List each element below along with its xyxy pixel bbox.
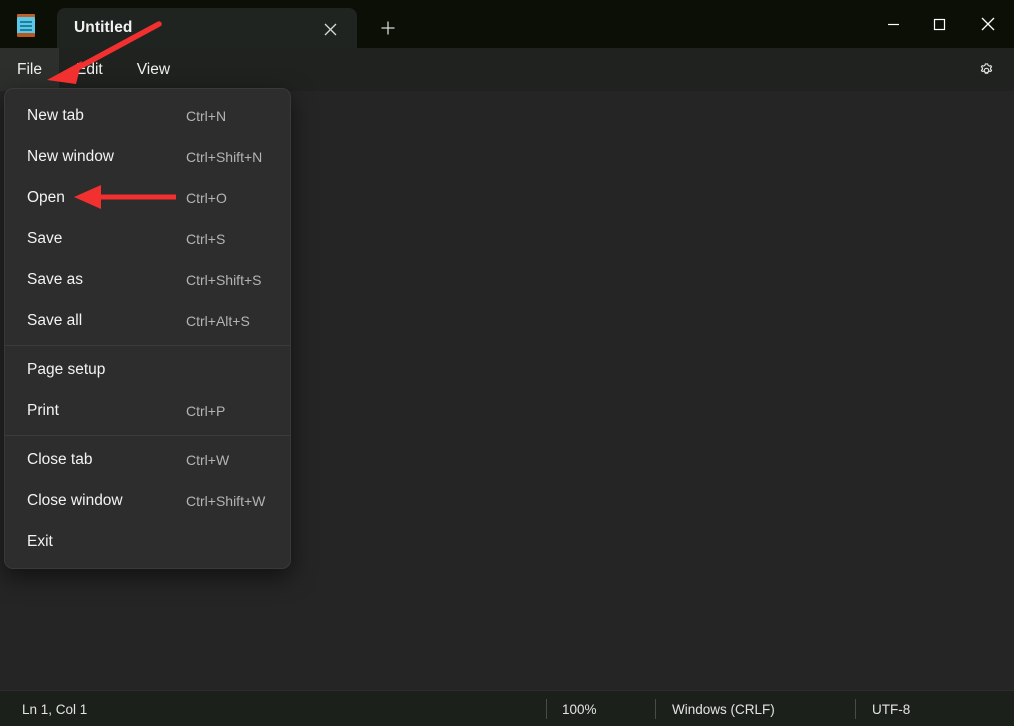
status-cursor-position: Ln 1, Col 1 [22,701,88,717]
menu-item-accelerator: Ctrl+Shift+S [186,271,262,288]
status-bar: Ln 1, Col 1 100% Windows (CRLF) UTF-8 [0,690,1014,726]
menu-file-label: File [17,60,42,78]
tab-untitled[interactable]: Untitled [57,8,357,48]
plus-icon[interactable] [372,14,404,42]
menu-view[interactable]: View [120,48,187,91]
notepad-window: Untitled File Edit View New tab Ctrl+N N… [0,0,1014,726]
status-divider [655,699,656,719]
menu-item-accelerator: Ctrl+O [186,189,227,206]
window-controls [870,0,1014,48]
menu-item-label: New tab [27,106,84,124]
menu-item-label: New window [27,147,115,165]
menu-item-accelerator: Ctrl+S [186,230,226,247]
menu-item-accelerator: Ctrl+Shift+N [186,148,263,165]
menu-item-open[interactable]: Open Ctrl+O [5,177,290,218]
menu-item-save[interactable]: Save Ctrl+S [5,218,290,259]
menu-item-label: Print [27,401,59,419]
close-button[interactable] [962,0,1014,48]
tab-title: Untitled [74,19,133,36]
status-encoding[interactable]: UTF-8 [872,691,910,726]
menu-item-label: Exit [27,532,53,550]
menu-item-label: Save as [27,270,84,288]
menu-item-page-setup[interactable]: Page setup [5,349,290,390]
menu-item-label: Close tab [27,450,93,468]
menu-item-label: Save [27,229,63,247]
menu-item-print[interactable]: Print Ctrl+P [5,390,290,431]
menu-item-label: Page setup [27,360,106,378]
menu-item-label: Open [27,188,65,206]
status-divider [546,699,547,719]
menu-view-label: View [136,60,171,78]
status-line-ending[interactable]: Windows (CRLF) [672,691,775,726]
status-zoom-level[interactable]: 100% [562,691,597,726]
menu-item-accelerator: Ctrl+Alt+S [186,312,250,329]
menu-item-label: Save all [27,311,83,329]
menu-item-close-tab[interactable]: Close tab Ctrl+W [5,439,290,480]
gear-icon[interactable] [970,54,1002,86]
menu-item-save-as[interactable]: Save as Ctrl+Shift+S [5,259,290,300]
maximize-button[interactable] [916,0,962,48]
menu-item-close-window[interactable]: Close window Ctrl+Shift+W [5,480,290,521]
menu-item-accelerator: Ctrl+Shift+W [186,492,266,509]
menu-item-save-all[interactable]: Save all Ctrl+Alt+S [5,300,290,341]
menu-separator [5,435,290,436]
status-divider [855,699,856,719]
file-menu-dropdown: New tab Ctrl+N New window Ctrl+Shift+N O… [4,88,291,569]
menu-separator [5,345,290,346]
menu-item-new-tab[interactable]: New tab Ctrl+N [5,95,290,136]
menu-item-new-window[interactable]: New window Ctrl+Shift+N [5,136,290,177]
menu-item-accelerator: Ctrl+W [186,451,230,468]
menu-bar: File Edit View [0,48,1014,91]
menu-file[interactable]: File [0,48,59,91]
notepad-icon [15,14,37,37]
menu-item-accelerator: Ctrl+N [186,107,227,124]
close-icon[interactable] [317,16,343,42]
title-bar: Untitled [0,0,1014,48]
menu-edit[interactable]: Edit [59,48,120,91]
menu-item-label: Close window [27,491,123,509]
menu-edit-label: Edit [75,60,103,78]
menu-item-accelerator: Ctrl+P [186,402,226,419]
minimize-button[interactable] [870,0,916,48]
menu-item-exit[interactable]: Exit [5,521,290,562]
